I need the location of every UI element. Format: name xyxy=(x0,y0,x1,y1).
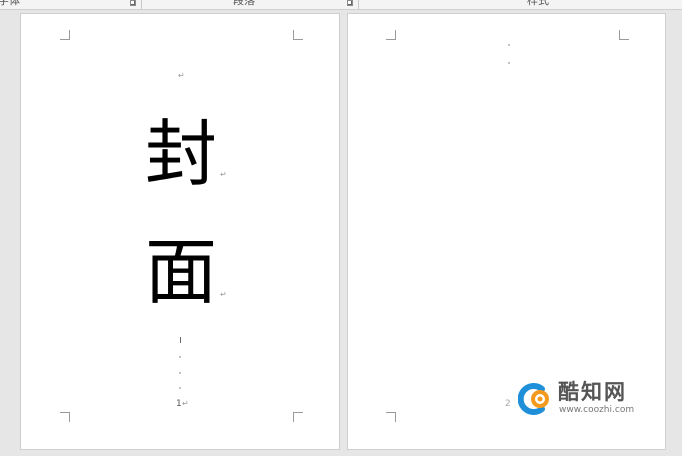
page-number: 2 xyxy=(505,399,511,409)
ribbon-group-styles-label: 样式 xyxy=(527,0,549,7)
margin-corner-mark xyxy=(386,412,396,422)
cover-title-char-1: 封 xyxy=(144,112,217,196)
paragraph-dialog-launcher-icon[interactable] xyxy=(347,0,353,6)
empty-paragraph-dot xyxy=(179,356,181,358)
margin-corner-mark xyxy=(293,412,303,422)
margin-corner-mark xyxy=(293,30,303,40)
ribbon-group-labels: 字体 段落 样式 xyxy=(0,0,682,10)
ribbon-group-divider xyxy=(358,0,359,9)
document-page-cover[interactable]: ↵ 封 ↵ 面 ↵ 1 ↵ xyxy=(20,13,340,450)
ribbon-group-font-label: 字体 xyxy=(0,0,20,7)
site-watermark: 酷知网 www.coozhi.com xyxy=(518,380,658,420)
watermark-title: 酷知网 xyxy=(558,380,627,404)
margin-corner-mark xyxy=(60,30,70,40)
watermark-url: www.coozhi.com xyxy=(559,405,635,415)
paragraph-mark-icon: ↵ xyxy=(182,399,189,408)
empty-paragraph-dot xyxy=(508,44,510,46)
paragraph-mark-icon: ↵ xyxy=(178,71,185,80)
margin-corner-mark xyxy=(386,30,396,40)
page-number: 1 xyxy=(176,399,182,409)
empty-paragraph-dot xyxy=(179,372,181,374)
paragraph-mark-icon: ↵ xyxy=(220,170,227,179)
empty-paragraph-dot xyxy=(179,387,181,389)
ribbon-group-divider xyxy=(141,0,142,9)
empty-paragraph-dot xyxy=(508,62,510,64)
word-document-window: 字体 段落 样式 ↵ 封 ↵ 面 ↵ 1 ↵ 2 酷知网 www.coozhi.… xyxy=(0,0,682,456)
ribbon-group-paragraph-label: 段落 xyxy=(233,0,255,7)
margin-corner-mark xyxy=(619,30,629,40)
cursor-mark xyxy=(180,337,181,343)
margin-corner-mark xyxy=(60,412,70,422)
font-dialog-launcher-icon[interactable] xyxy=(130,0,136,6)
paragraph-mark-icon: ↵ xyxy=(220,290,227,299)
cover-title-char-2: 面 xyxy=(144,230,217,314)
coozhi-logo-icon xyxy=(518,383,549,415)
